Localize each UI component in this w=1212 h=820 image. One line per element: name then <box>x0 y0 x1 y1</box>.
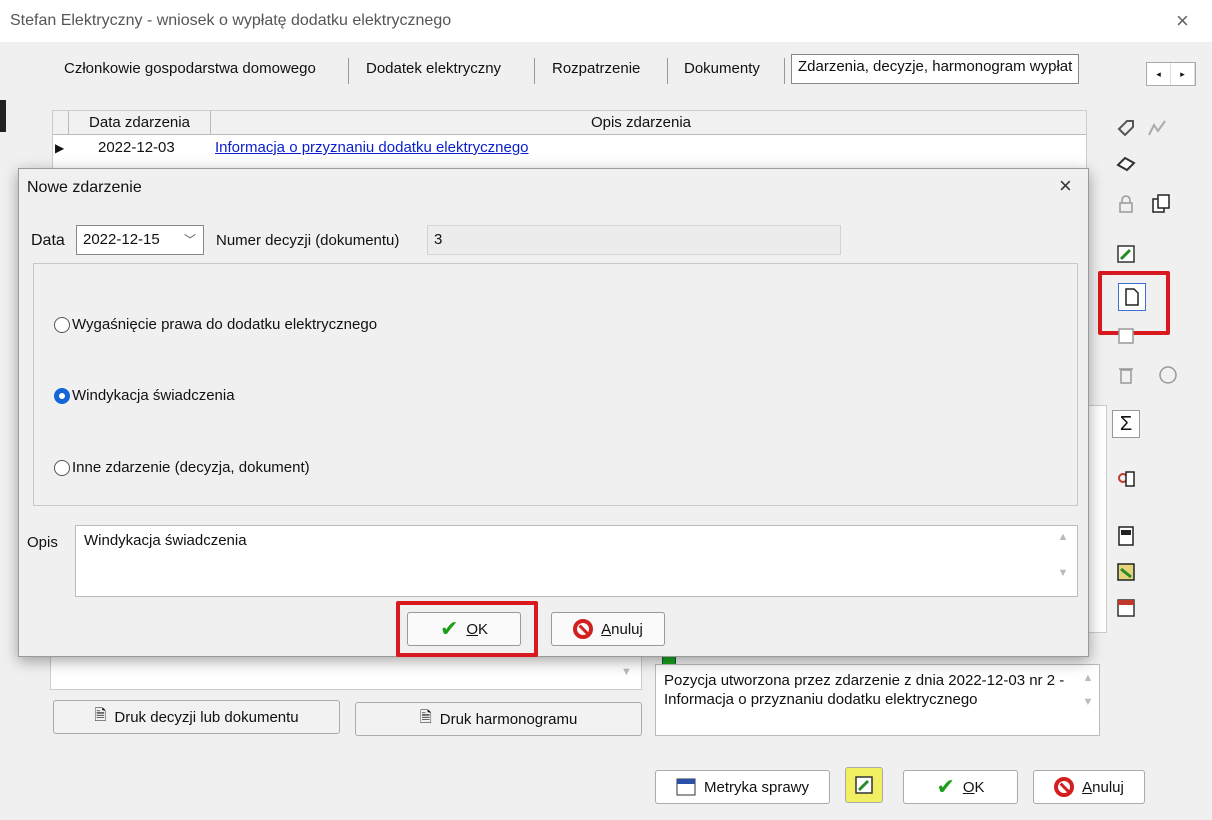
print-icon: 🗎 <box>94 706 107 724</box>
chart-disabled-icon[interactable] <box>1143 114 1171 142</box>
decision-number-field[interactable]: 3 <box>427 225 841 255</box>
sum-icon[interactable]: Σ <box>1112 410 1140 438</box>
chevron-down-icon[interactable]: ﹀ <box>184 231 196 248</box>
option-recovery[interactable]: Windykacja świadczenia <box>54 387 235 404</box>
column-header-date[interactable]: Data zdarzenia <box>69 111 211 135</box>
globe-disabled-icon[interactable] <box>1154 361 1182 389</box>
checkmark-icon: ✔ <box>936 774 955 799</box>
row-indicator-icon: ▶ <box>55 141 65 155</box>
tab-documents[interactable]: Dokumenty <box>670 50 774 88</box>
table-row[interactable]: ▶ 2022-12-03 Informacja o przyznaniu dod… <box>53 137 1086 159</box>
option-other[interactable]: Inne zdarzenie (decyzja, dokument) <box>54 459 310 476</box>
grid-header: Data zdarzenia Opis zdarzenia <box>53 111 1086 135</box>
dialog-ok-button[interactable]: ✔ OK <box>407 612 521 646</box>
row-date: 2022-12-03 <box>98 139 175 156</box>
metryka-button[interactable]: Metryka sprawy <box>655 770 830 804</box>
documents-copy-icon[interactable] <box>1147 190 1175 218</box>
trash-icon[interactable] <box>1112 361 1140 389</box>
lock-disabled-icon[interactable] <box>1112 190 1140 218</box>
window-close-button[interactable]: × <box>1176 8 1189 34</box>
tab-separator <box>348 58 349 84</box>
new-document-icon[interactable] <box>1118 283 1146 311</box>
position-note: Pozycja utworzona przez zdarzenie z dnia… <box>655 664 1100 736</box>
dialog-cancel-label: Anuluj <box>601 620 643 638</box>
dialog-title: Nowe zdarzenie <box>27 179 142 196</box>
tab-separator <box>534 58 535 84</box>
colored-document-icon[interactable] <box>1112 558 1140 586</box>
row-description-link[interactable]: Informacja o przyznaniu dodatku elektryc… <box>215 139 529 156</box>
main-cancel-label: Anuluj <box>1082 778 1124 796</box>
search-document-icon[interactable] <box>1112 465 1140 493</box>
print-schedule-button[interactable]: 🗎 Druk harmonogramu <box>355 702 642 736</box>
metryka-label: Metryka sprawy <box>703 778 810 796</box>
calendar-icon <box>676 778 696 796</box>
tab-events-decisions[interactable]: Zdarzenia, decyzje, harmonogram wypłat <box>791 54 1080 84</box>
events-grid: Data zdarzenia Opis zdarzenia ▶ 2022-12-… <box>52 110 1087 176</box>
radio-button-selected[interactable] <box>54 387 70 404</box>
print-decision-label: Druk decyzji lub dokumentu <box>114 708 299 726</box>
column-header-description[interactable]: Opis zdarzenia <box>211 111 1071 135</box>
window-title: Stefan Elektryczny - wniosek o wypłatę d… <box>10 12 452 29</box>
tab-scroll-left-button[interactable]: ◂ <box>1147 63 1171 85</box>
dialog-cancel-button[interactable]: Anuluj <box>551 612 665 646</box>
description-label: Opis <box>27 534 58 551</box>
tab-scroll-buttons: ◂ ▸ <box>1146 62 1196 86</box>
radio-button[interactable] <box>54 316 70 333</box>
tab-separator <box>667 58 668 84</box>
main-ok-label: OK <box>962 778 985 796</box>
main-cancel-button[interactable]: Anuluj <box>1033 770 1145 804</box>
title-bar: Stefan Elektryczny - wniosek o wypłatę d… <box>0 0 1212 42</box>
date-label: Data <box>31 232 65 249</box>
grid-corner <box>53 111 69 135</box>
option-recovery-label: Windykacja świadczenia <box>72 387 235 404</box>
main-ok-button[interactable]: ✔ OK <box>903 770 1018 804</box>
decision-number-label: Numer decyzji (dokumentu) <box>216 232 400 249</box>
new-event-dialog: Nowe zdarzenie × Data 2022-12-15 ﹀ Numer… <box>18 168 1089 657</box>
dialog-ok-label: OK <box>466 620 489 638</box>
schedule-table-icon[interactable] <box>1112 594 1140 622</box>
print-icon: 🗎 <box>419 708 432 726</box>
calendar-document-icon[interactable] <box>1112 522 1140 550</box>
tab-separator <box>784 58 785 84</box>
cancel-icon <box>573 619 594 639</box>
option-expiry[interactable]: Wygaśnięcie prawa do dodatku elektryczne… <box>54 316 377 333</box>
option-expiry-label: Wygaśnięcie prawa do dodatku elektryczne… <box>72 316 378 333</box>
description-textarea[interactable]: Windykacja świadczenia <box>75 525 1078 597</box>
tab-bar: Członkowie gospodarstwa domowego Dodatek… <box>50 50 1115 90</box>
document-list-icon[interactable] <box>1112 322 1140 350</box>
checkmark-icon: ✔ <box>439 616 459 641</box>
dialog-close-button[interactable]: × <box>1059 173 1072 199</box>
left-edge-marker <box>0 100 6 132</box>
option-other-label: Inne zdarzenie (decyzja, dokument) <box>72 459 310 476</box>
tag-icon[interactable] <box>1112 114 1140 142</box>
tab-review[interactable]: Rozpatrzenie <box>538 50 654 88</box>
description-scrollbar[interactable]: ▲ ▼ <box>1054 531 1072 593</box>
tab-electric-allowance[interactable]: Dodatek elektryczny <box>352 50 515 88</box>
note-scrollbar[interactable]: ▲ ▼ <box>1078 672 1098 730</box>
print-schedule-label: Druk harmonogramu <box>439 710 578 728</box>
event-type-group: Wygaśnięcie prawa do dodatku elektryczne… <box>33 263 1078 506</box>
edit-note-button[interactable] <box>845 767 883 803</box>
background-scroll-area: ▼ <box>50 655 642 690</box>
radio-button[interactable] <box>54 459 70 476</box>
tab-scroll-right-button[interactable]: ▸ <box>1171 63 1195 85</box>
eraser-icon[interactable] <box>1112 150 1140 178</box>
edit-document-icon[interactable] <box>1112 240 1140 268</box>
edit-document-icon <box>855 776 873 794</box>
cancel-icon <box>1054 777 1075 797</box>
scroll-down-arrow-icon[interactable]: ▼ <box>621 666 632 678</box>
tab-household-members[interactable]: Członkowie gospodarstwa domowego <box>50 50 330 88</box>
print-decision-button[interactable]: 🗎 Druk decyzji lub dokumentu <box>53 700 340 734</box>
